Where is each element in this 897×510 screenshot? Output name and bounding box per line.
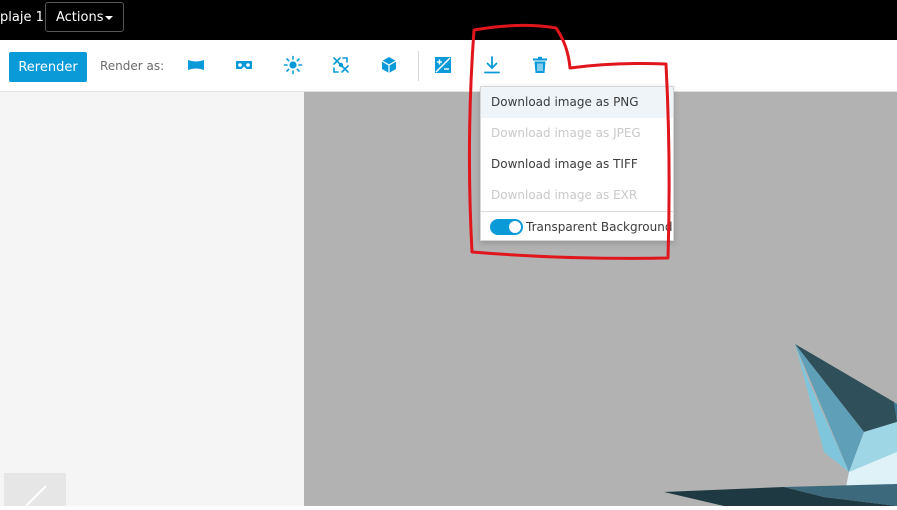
download-menu: Download image as PNG Download image as … <box>480 86 674 241</box>
download-png-item[interactable]: Download image as PNG <box>481 87 673 118</box>
left-panel <box>0 92 304 506</box>
document-title: plaje 1 <box>0 10 44 25</box>
render-as-label: Render as: <box>100 59 165 73</box>
caret-down-icon <box>105 16 113 20</box>
trash-icon[interactable] <box>530 55 550 75</box>
exposure-icon[interactable] <box>433 55 453 75</box>
download-jpeg-item: Download image as JPEG <box>491 126 641 140</box>
render-toolbar: Rerender Render as: <box>0 40 897 92</box>
sun-icon[interactable] <box>283 55 303 75</box>
illuminance-icon[interactable] <box>331 55 351 75</box>
panorama-icon[interactable] <box>186 55 206 75</box>
download-exr-item: Download image as EXR <box>491 188 638 202</box>
actions-button-label: Actions <box>56 9 104 25</box>
top-bar: plaje 1 Actions <box>0 0 897 40</box>
transparent-background-toggle[interactable] <box>490 219 523 235</box>
render-thumbnail[interactable] <box>4 473 66 507</box>
download-tiff-item[interactable]: Download image as TIFF <box>481 149 673 180</box>
toggle-knob <box>509 221 521 233</box>
cube-scene-icon[interactable] <box>379 55 399 75</box>
vr-headset-icon[interactable] <box>234 55 254 75</box>
menu-divider <box>481 211 673 212</box>
toolbar-divider <box>418 51 419 81</box>
download-icon[interactable] <box>482 55 502 75</box>
actions-button[interactable]: Actions <box>45 2 124 32</box>
rerender-button[interactable]: Rerender <box>9 52 87 82</box>
transparent-background-label: Transparent Background <box>526 220 673 234</box>
